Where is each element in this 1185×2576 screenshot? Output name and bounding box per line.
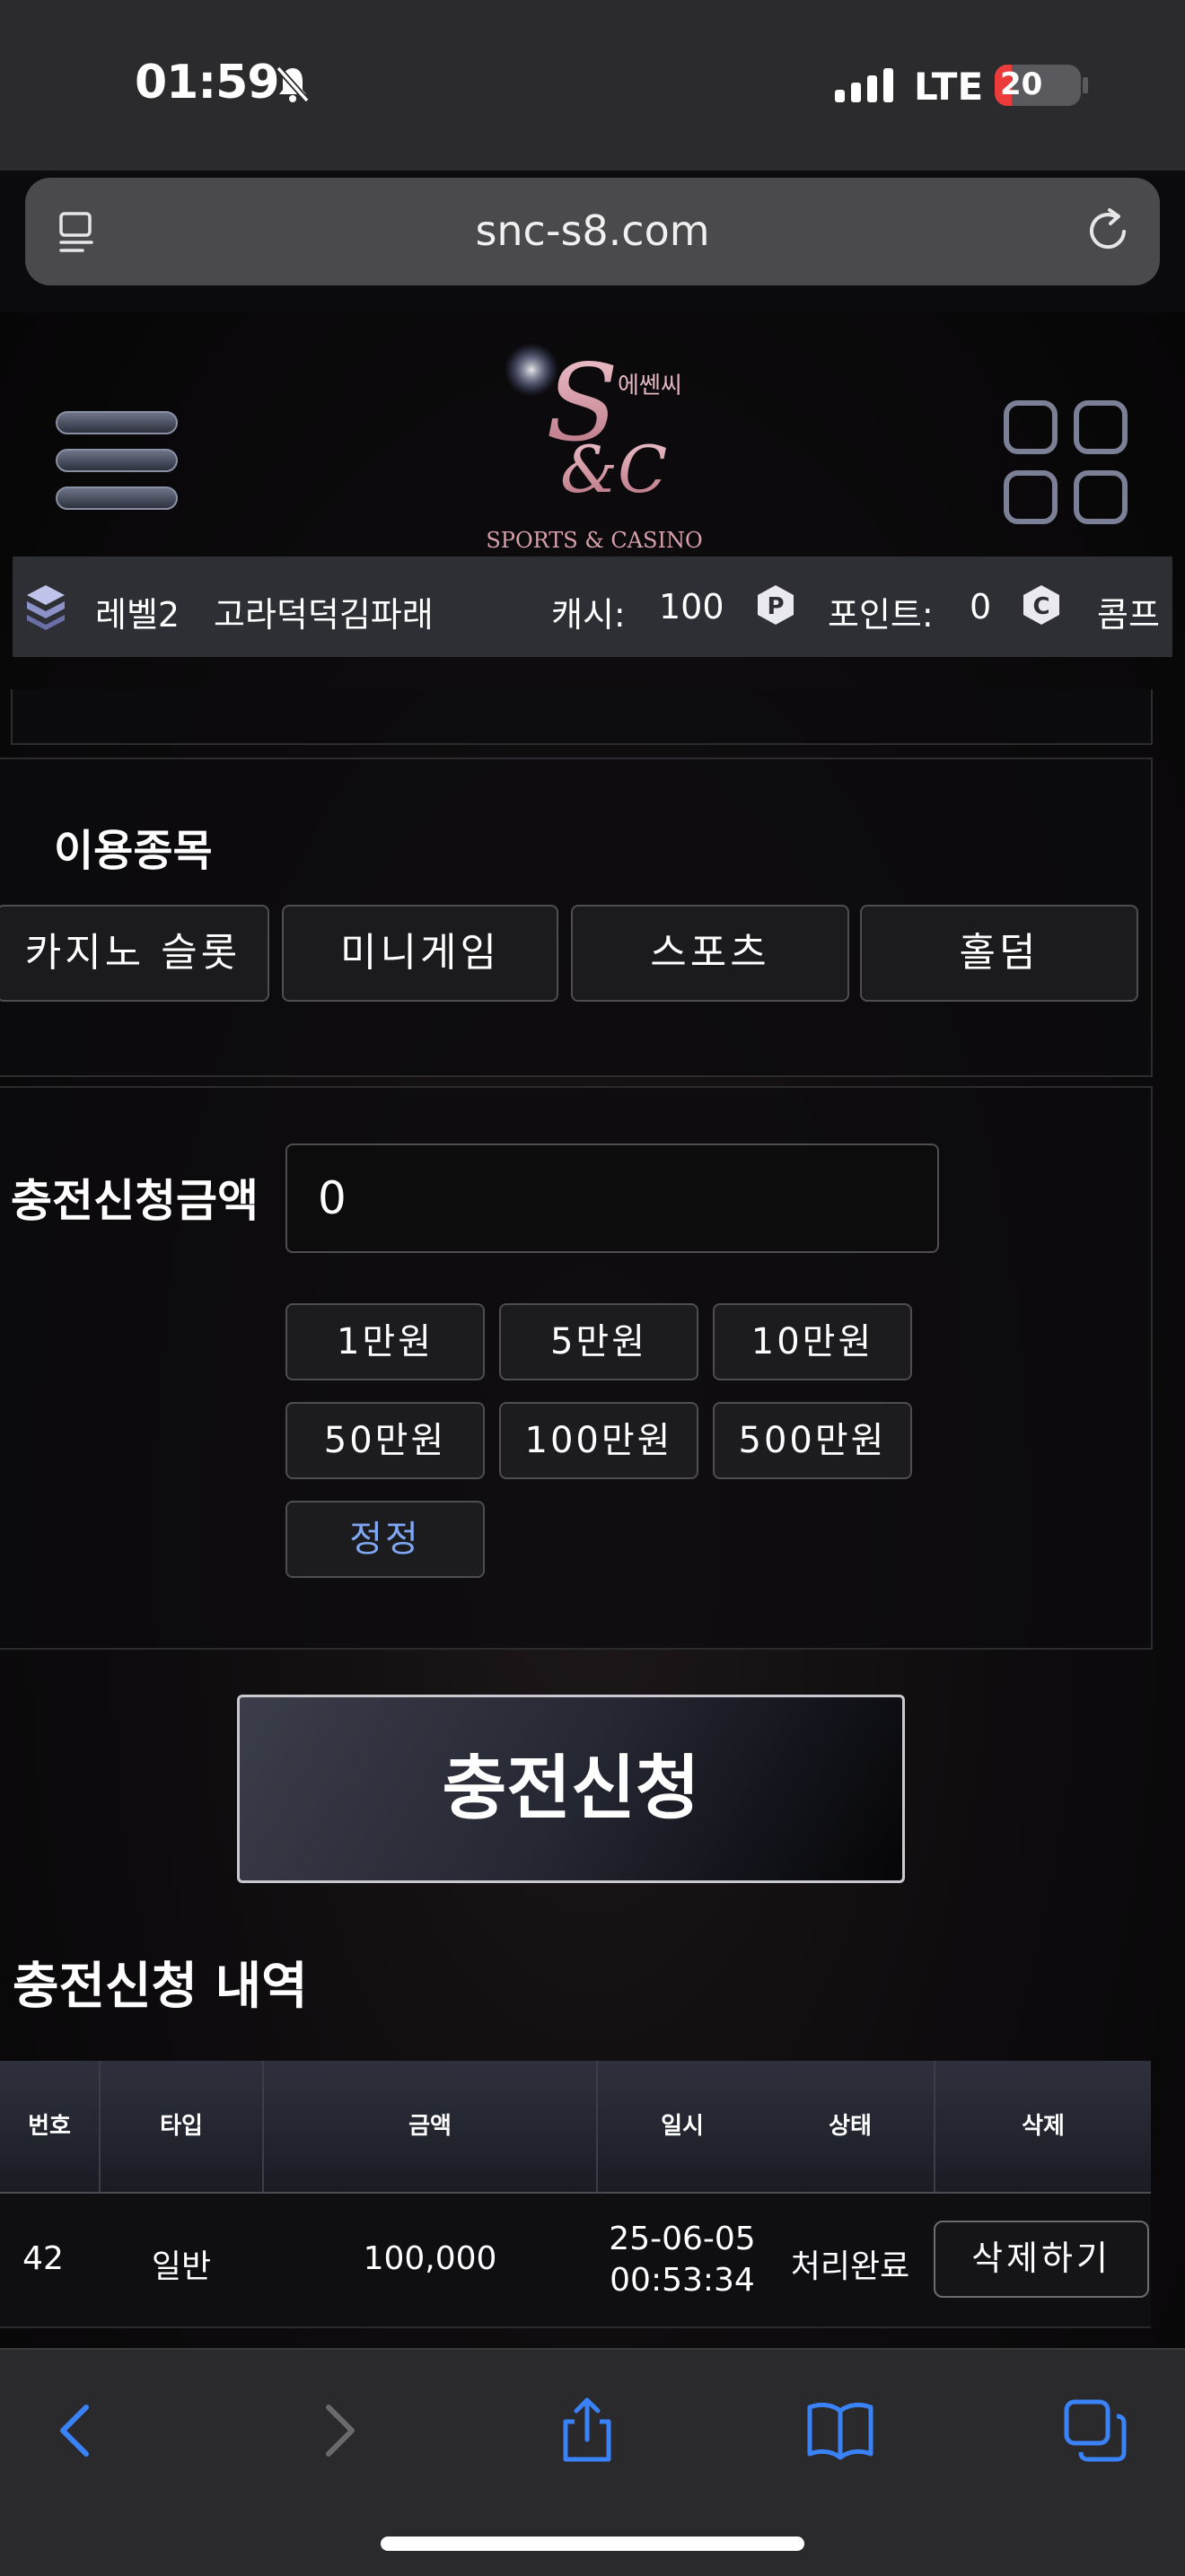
row-amount: 100,000 (363, 2240, 497, 2277)
battery-cap (1083, 77, 1088, 93)
table-row: 42 일반 100,000 25-06-05 00:53:34 처리완료 삭제하… (0, 2194, 1151, 2328)
delete-row-button[interactable]: 삭제하기 (934, 2221, 1149, 2298)
apps-grid-icon[interactable] (1004, 400, 1129, 526)
games-title: 이용종목 (54, 826, 213, 876)
table-header: 번호 타입 금액 일시 상태 삭제 (0, 2061, 1151, 2195)
silent-bell-icon (276, 66, 310, 103)
row-status: 처리완료 (790, 2248, 910, 2285)
cash-value: 100 (659, 587, 724, 626)
col-type: 타입 (160, 2113, 203, 2140)
game-sports-button[interactable]: 스포츠 (571, 905, 849, 1002)
history-title: 충전신청 내역 (13, 1958, 308, 2016)
cellular-signal-icon (835, 68, 893, 102)
battery-icon: 20 (995, 65, 1081, 106)
game-holdem-button[interactable]: 홀덤 (860, 905, 1138, 1002)
card-edge (11, 689, 1153, 745)
quick-amount-1man-button[interactable]: 1만원 (285, 1303, 485, 1380)
col-datetime: 일시 (661, 2113, 704, 2140)
username: 고라덕덕김파래 (214, 595, 434, 635)
quick-amount-10man-button[interactable]: 10만원 (713, 1303, 912, 1380)
menu-bar (56, 486, 178, 510)
tabs-icon[interactable] (1059, 2395, 1131, 2466)
game-casino-slot-button[interactable]: 카지노 슬롯 (0, 905, 269, 1002)
svg-text:&C: &C (560, 432, 667, 507)
status-time: 01:59 (135, 56, 280, 110)
quick-amount-100man-button[interactable]: 100만원 (499, 1402, 698, 1479)
comp-label: 콤프 (1097, 595, 1160, 635)
network-type: LTE (914, 65, 984, 109)
share-icon[interactable] (551, 2395, 623, 2466)
game-minigame-button[interactable]: 미니게임 (282, 905, 558, 1002)
col-delete: 삭제 (1022, 2113, 1065, 2140)
battery-level: 20 (1000, 66, 1043, 102)
svg-text:C: C (1032, 593, 1049, 620)
svg-text:에쎈씨: 에쎈씨 (618, 372, 682, 399)
forward-icon[interactable] (302, 2395, 373, 2466)
point-value: 0 (970, 587, 992, 626)
site-logo[interactable]: S &C 에쎈씨 SPORTS & CASINO (478, 332, 711, 556)
user-level: 레벨2 (95, 595, 180, 635)
level-badge-icon (27, 585, 65, 630)
site-content: S &C 에쎈씨 SPORTS & CASINO 레벨2 고라덕덕김파래 캐시:… (0, 312, 1185, 2348)
menu-button[interactable] (56, 411, 178, 524)
cash-label: 캐시: (551, 595, 626, 635)
back-icon[interactable] (41, 2395, 113, 2466)
row-type: 일반 (151, 2248, 212, 2285)
quick-amount-500man-button[interactable]: 500만원 (713, 1402, 912, 1479)
svg-text:P: P (767, 593, 784, 620)
home-indicator (381, 2537, 804, 2551)
deposit-amount-label: 충전신청금액 (11, 1175, 259, 1227)
col-number: 번호 (28, 2113, 71, 2140)
deposit-submit-button[interactable]: 충전신청 (237, 1695, 905, 1883)
status-bar: 01:59 LTE 20 snc-s8.com (0, 0, 1185, 285)
menu-bar (56, 411, 178, 434)
svg-text:SPORTS & CASINO: SPORTS & CASINO (486, 528, 702, 553)
quick-amount-5man-button[interactable]: 5만원 (499, 1303, 698, 1380)
bookmarks-icon[interactable] (804, 2395, 876, 2466)
row-time: 00:53:34 (610, 2262, 755, 2299)
reset-amount-button[interactable]: 정정 (285, 1501, 485, 1578)
address-bar[interactable]: snc-s8.com (25, 178, 1160, 285)
menu-bar (56, 449, 178, 472)
reload-icon[interactable] (1083, 205, 1133, 255)
url-text: snc-s8.com (475, 206, 710, 255)
row-number: 42 (22, 2240, 64, 2277)
point-p-icon: P (758, 585, 794, 625)
row-date: 25-06-05 (609, 2221, 756, 2257)
user-info-bar: 레벨2 고라덕덕김파래 캐시: 100 P 포인트: 0 C 콤프 (13, 556, 1172, 657)
point-label: 포인트: (828, 595, 934, 635)
quick-amount-50man-button[interactable]: 50만원 (285, 1402, 485, 1479)
col-status: 상태 (829, 2113, 872, 2140)
comp-c-icon: C (1023, 585, 1059, 625)
deposit-amount-input[interactable]: 0 (285, 1143, 939, 1253)
col-amount: 금액 (408, 2113, 452, 2140)
